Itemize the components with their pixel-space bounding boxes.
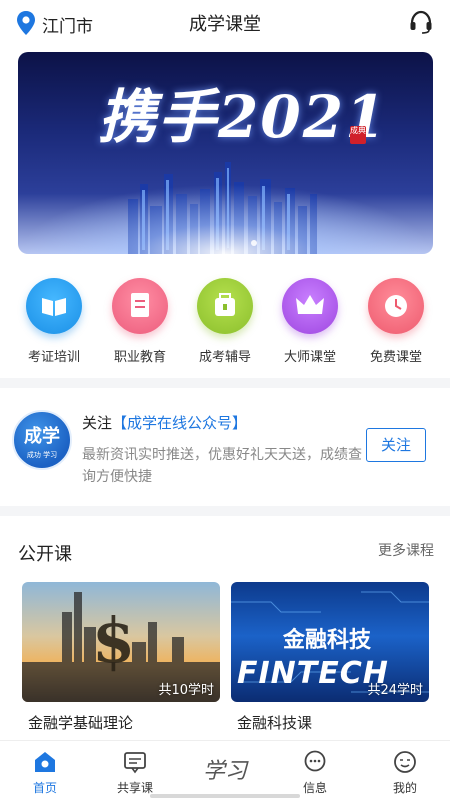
- svg-text:$: $: [92, 604, 135, 677]
- bottom-tab-bar: 首页 共享课 学习 信息 我的: [0, 740, 450, 800]
- thumbnail-title: 金融科技: [283, 628, 372, 653]
- brand-logo: 成学 成功 学习: [12, 410, 72, 470]
- section-title: 公开课: [18, 544, 72, 565]
- study-script-icon: 学习: [202, 759, 247, 784]
- page-title: 成学课堂: [189, 14, 261, 35]
- profile-icon: [392, 749, 418, 775]
- app-header: 江门市 成学课堂: [0, 0, 450, 46]
- clock-icon: [368, 278, 424, 334]
- follow-description: 最新资讯实时推送，优惠好礼天天送，成绩查询方便快捷: [82, 447, 362, 485]
- section-divider: [0, 378, 450, 388]
- message-icon: [302, 749, 328, 775]
- chat-board-icon: [122, 749, 148, 775]
- course-thumbnail: $ 共10学时: [22, 582, 220, 702]
- category-label: 考证培训: [27, 350, 80, 365]
- official-account-name: 【成学在线公众号】: [112, 414, 248, 432]
- category-adult-exam-tutoring[interactable]: 成考辅导: [183, 278, 267, 365]
- course-card[interactable]: 金融科技 FINTECH 共24学时 金融科技课: [231, 582, 431, 733]
- banner-glow: [18, 184, 433, 254]
- tab-home[interactable]: 首页: [0, 741, 90, 800]
- crown-icon: [282, 278, 338, 334]
- category-label: 免费课堂: [369, 350, 422, 365]
- banner-seal-stamp: 成典: [350, 126, 366, 144]
- home-icon: [32, 749, 58, 775]
- follow-button[interactable]: 关注: [366, 428, 426, 462]
- follow-heading: 关注【成学在线公众号】: [82, 412, 247, 433]
- course-thumbnail: 金融科技 FINTECH 共24学时: [231, 582, 429, 702]
- tab-messages[interactable]: 信息: [270, 741, 360, 800]
- category-vocational-education[interactable]: 职业教育: [98, 278, 182, 365]
- course-hours: 共10学时: [158, 683, 214, 698]
- category-label: 职业教育: [113, 350, 166, 365]
- category-label: 成考辅导: [198, 350, 251, 365]
- more-courses-link[interactable]: 更多课程: [378, 540, 434, 560]
- course-name: 金融学基础理论: [28, 714, 134, 732]
- logo-text: 成学: [24, 426, 60, 447]
- follow-account-card: 成学 成功 学习 关注【成学在线公众号】 最新资讯实时推送，优惠好礼天天送，成绩…: [0, 398, 450, 500]
- tab-label: 首页: [32, 781, 57, 795]
- course-hours: 共24学时: [367, 683, 423, 698]
- bag-icon: [197, 278, 253, 334]
- category-master-class[interactable]: 大师课堂: [268, 278, 352, 365]
- section-divider: [0, 506, 450, 516]
- course-card[interactable]: $ 共10学时 金融学基础理论: [22, 582, 222, 733]
- tab-label: 我的: [392, 781, 417, 795]
- banner-pagination-dot[interactable]: [251, 240, 257, 246]
- follow-heading-prefix: 关注: [82, 414, 113, 432]
- logo-subtext: 成功 学习: [26, 451, 58, 459]
- book-icon: [26, 278, 82, 334]
- promo-banner[interactable]: 携手2021 成典: [18, 52, 433, 254]
- category-row: 考证培训 职业教育 成考辅导 大师课堂 免费课堂: [0, 278, 450, 370]
- tab-shared-courses[interactable]: 共享课: [90, 741, 180, 800]
- home-indicator: [150, 794, 300, 798]
- banner-slogan: 携手2021: [98, 83, 388, 151]
- tab-profile[interactable]: 我的: [360, 741, 450, 800]
- category-label: 大师课堂: [283, 350, 336, 365]
- category-free-class[interactable]: 免费课堂: [354, 278, 438, 365]
- document-icon: [112, 278, 168, 334]
- course-name: 金融科技课: [237, 714, 313, 732]
- headset-icon[interactable]: [408, 9, 434, 35]
- category-exam-training[interactable]: 考证培训: [12, 278, 96, 365]
- tab-study[interactable]: 学习: [180, 741, 270, 800]
